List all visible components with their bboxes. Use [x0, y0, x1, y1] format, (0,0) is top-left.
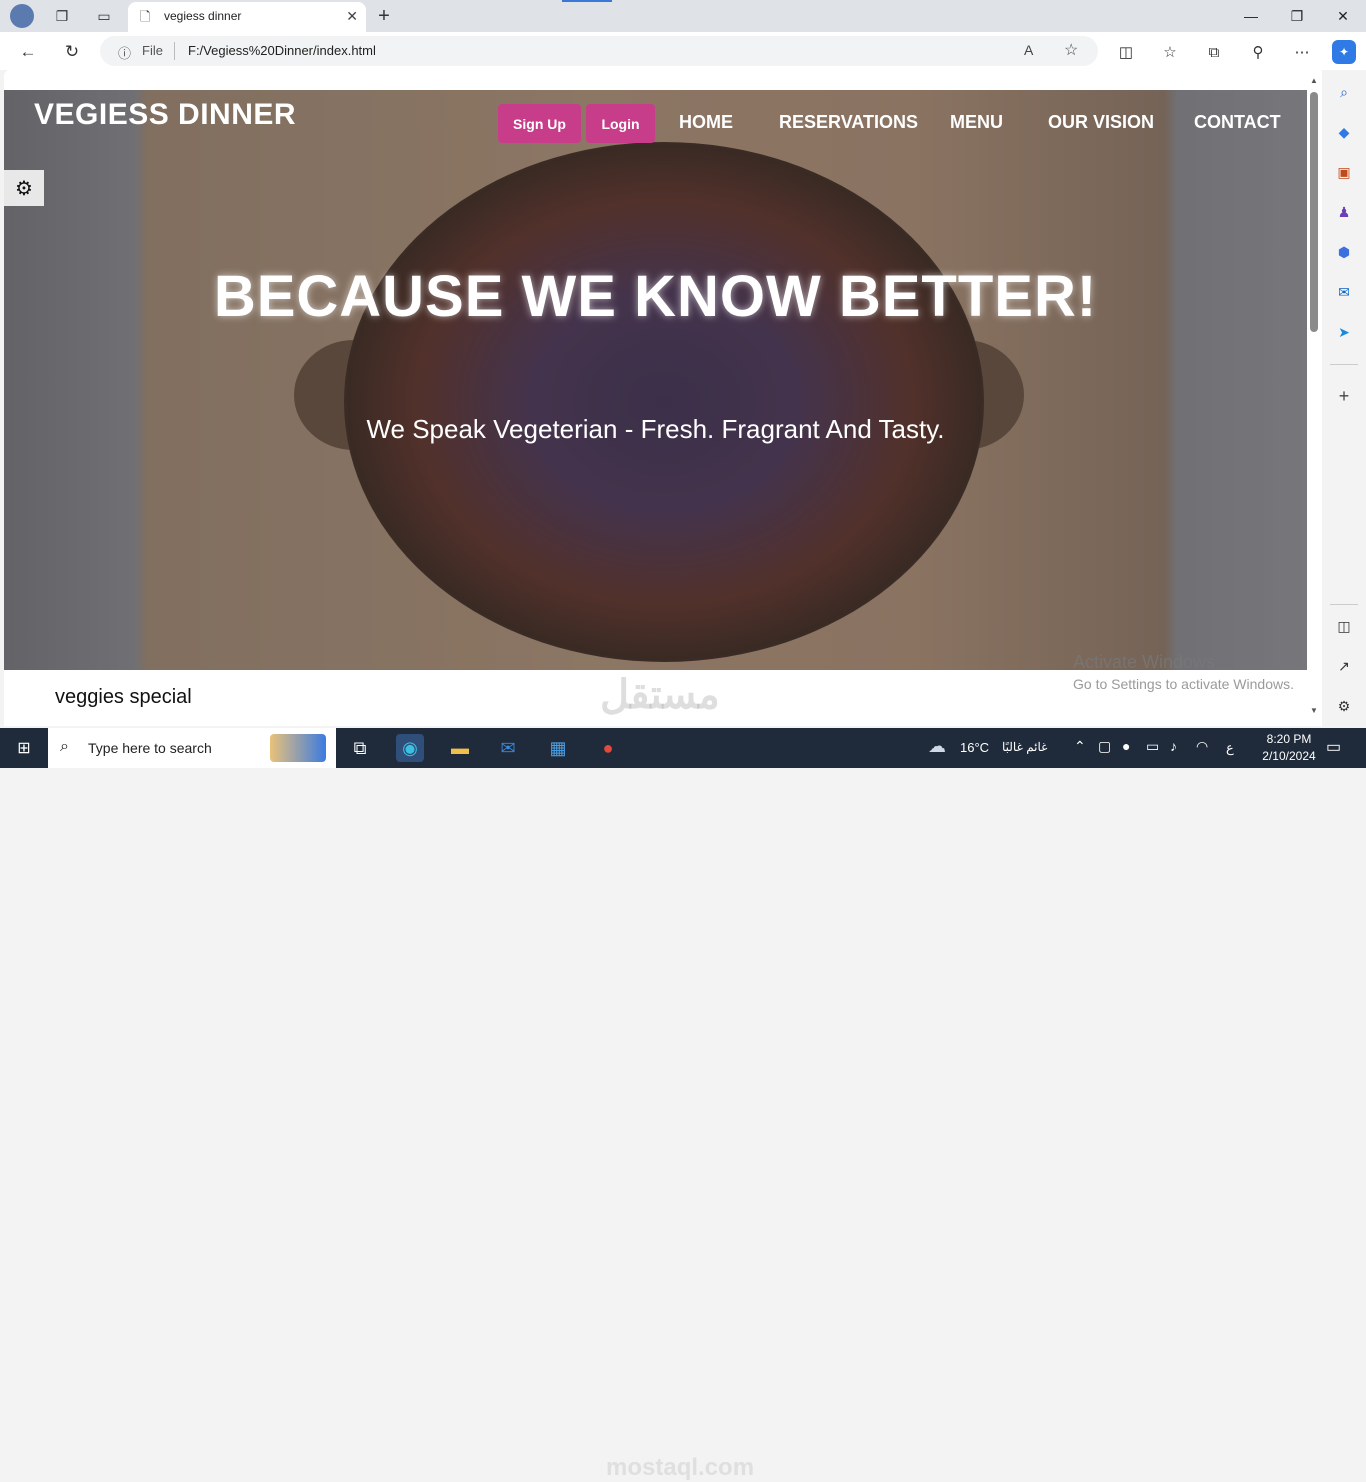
url-text[interactable]: F:/Vegiess%20Dinner/index.html [188, 43, 376, 58]
drop-icon[interactable]: ➤ [1334, 322, 1354, 342]
watermark-domain: mostaql.com [606, 1454, 755, 1481]
hero-overlay [4, 90, 1307, 670]
activate-windows-title: Activate Windows [1073, 652, 1216, 672]
tab-title: vegiess dinner [164, 9, 242, 23]
login-button[interactable]: Login [586, 104, 655, 143]
hero-section: VEGIESS DINNER Sign Up Login HOME RESERV… [4, 90, 1307, 670]
scheme-label: File [142, 43, 163, 58]
taskbar-search[interactable]: ⌕ Type here to search [48, 728, 336, 768]
sidebar-divider [1330, 604, 1358, 605]
scroll-up-icon[interactable]: ▲ [1310, 76, 1318, 85]
battery-icon[interactable]: ▭ [1146, 738, 1159, 755]
close-window-button[interactable]: ✕ [1320, 0, 1366, 32]
address-separator [174, 42, 175, 60]
tools-icon[interactable]: ▣ [1334, 162, 1354, 182]
notifications-icon[interactable]: ▭ [1326, 737, 1341, 757]
gear-icon[interactable]: ⚙ [4, 170, 44, 206]
favorite-star-icon[interactable]: ☆ [1064, 40, 1078, 60]
add-icon[interactable]: + [1334, 386, 1354, 406]
search-icon[interactable]: ⌕ [1334, 82, 1354, 102]
tab-vegiess-dinner[interactable]: 🗋 vegiess dinner ✕ [128, 2, 366, 32]
network-device-icon[interactable]: ▢ [1098, 738, 1111, 755]
hero-subline: We Speak Vegeterian - Fresh. Fragrant An… [366, 414, 945, 444]
task-view-icon[interactable]: ⧉ [346, 734, 374, 762]
settings-gear-icon[interactable]: ⚙ [1334, 696, 1354, 716]
weather-description[interactable]: غائم غالبًا [1002, 740, 1047, 754]
nav-contact[interactable]: CONTACT [1194, 112, 1281, 133]
extensions-icon[interactable]: ⚲ [1246, 40, 1270, 64]
scroll-down-icon[interactable]: ▼ [1310, 706, 1318, 715]
mail-icon[interactable]: ✉ [494, 734, 522, 762]
address-bar[interactable]: ⓘ File F:/Vegiess%20Dinner/index.html A … [100, 36, 1098, 66]
sidebar-divider [1330, 364, 1358, 365]
search-icon: ⌕ [60, 738, 69, 755]
back-icon[interactable]: ← [16, 40, 40, 64]
page-viewport: VEGIESS DINNER Sign Up Login HOME RESERV… [4, 70, 1322, 726]
games-icon[interactable]: ♟ [1334, 202, 1354, 222]
hide-sidebar-icon[interactable]: ◫ [1334, 616, 1354, 636]
weather-cloud-icon[interactable]: ☁ [928, 736, 946, 757]
tab-indicator [562, 0, 612, 2]
weather-temperature[interactable]: 16°C [960, 740, 989, 755]
section-title: veggies special [55, 686, 192, 708]
microsoft365-icon[interactable]: ⬢ [1334, 242, 1354, 262]
outlook-icon[interactable]: ✉ [1334, 282, 1354, 302]
search-placeholder: Type here to search [88, 740, 212, 756]
nav-our-vision[interactable]: OUR VISION [1048, 112, 1154, 133]
copilot-icon[interactable]: ✦ [1332, 40, 1356, 64]
open-external-icon[interactable]: ↗ [1334, 656, 1354, 676]
hero-headline: BECAUSE WE KNOW BETTER! [213, 264, 1098, 329]
shopping-icon[interactable]: ◆ [1334, 122, 1354, 142]
search-highlight-image [270, 734, 326, 762]
activate-windows-subtitle: Go to Settings to activate Windows. [1073, 676, 1294, 692]
nav-reservations[interactable]: RESERVATIONS [779, 112, 918, 133]
read-aloud-icon[interactable]: A [1024, 42, 1033, 58]
store-icon[interactable]: ▦ [544, 734, 572, 762]
windows-start-icon[interactable]: ⊞ [0, 728, 48, 768]
show-hidden-icons-icon[interactable]: ⌃ [1074, 738, 1086, 755]
new-tab-button[interactable]: + [374, 5, 394, 27]
signup-button[interactable]: Sign Up [498, 104, 581, 143]
wifi-icon[interactable]: ◠ [1196, 738, 1208, 755]
nav-menu[interactable]: MENU [950, 112, 1003, 133]
more-menu-icon[interactable]: ⋯ [1290, 40, 1314, 64]
chrome-icon[interactable]: ● [594, 734, 622, 762]
maximize-button[interactable]: ❐ [1274, 0, 1320, 32]
collections-icon[interactable]: ⧉ [1202, 40, 1226, 64]
nav-home[interactable]: HOME [679, 112, 733, 133]
edge-taskbar-icon[interactable]: ◉ [396, 734, 424, 762]
clock-date[interactable]: 2/10/2024 [1255, 749, 1323, 763]
profile-avatar[interactable] [10, 4, 34, 28]
alert-icon[interactable]: ● [1122, 738, 1130, 754]
tab-actions-icon[interactable]: ▭ [94, 6, 114, 26]
refresh-icon[interactable]: ↻ [60, 40, 84, 64]
brand-logo[interactable]: VEGIESS DINNER [34, 98, 296, 132]
workspaces-icon[interactable]: ❐ [52, 6, 72, 26]
info-icon[interactable]: ⓘ [118, 43, 131, 62]
minimize-button[interactable]: — [1228, 0, 1274, 32]
scrollbar-thumb[interactable] [1310, 92, 1318, 332]
favorites-icon[interactable]: ☆ [1158, 40, 1182, 64]
page-icon: 🗋 [140, 9, 151, 24]
language-indicator[interactable]: ع [1226, 740, 1234, 756]
tab-strip: ❐ ▭ 🗋 vegiess dinner ✕ + — ❐ ✕ [0, 0, 1366, 32]
file-explorer-icon[interactable]: ▬ [446, 734, 474, 762]
tab-close-icon[interactable]: ✕ [346, 8, 358, 25]
taskbar: ⊞ ⌕ Type here to search ⧉ ◉ ▬ ✉ ▦ ● most… [0, 728, 1366, 1481]
clock-time[interactable]: 8:20 PM [1255, 732, 1323, 746]
volume-icon[interactable]: ♪ [1170, 738, 1177, 754]
split-screen-icon[interactable]: ◫ [1114, 40, 1138, 64]
watermark: مستقل [600, 673, 720, 717]
